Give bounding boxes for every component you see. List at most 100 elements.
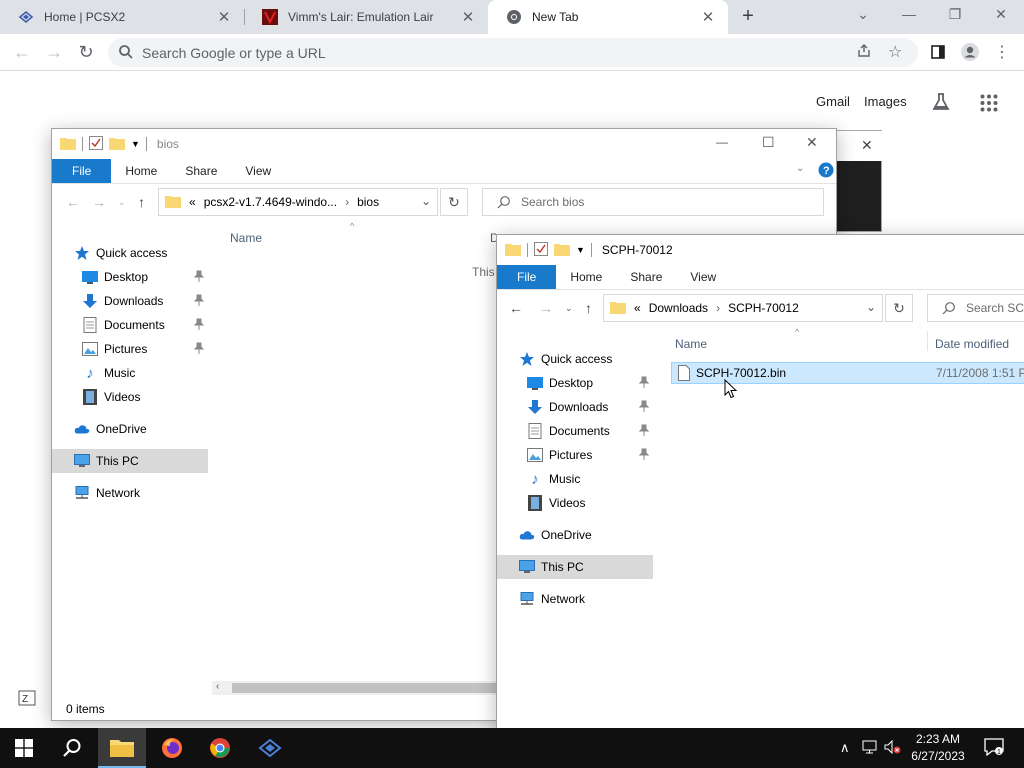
nav-pictures[interactable]: Pictures: [497, 443, 653, 467]
close-icon[interactable]: ✕: [700, 8, 716, 26]
side-panel-icon[interactable]: [926, 40, 950, 64]
tab-new-tab[interactable]: New Tab ✕: [488, 0, 728, 34]
nav-network[interactable]: Network: [497, 587, 653, 611]
forward-arrow-icon[interactable]: →: [92, 194, 106, 210]
nav-quick-access[interactable]: Quick access: [497, 347, 653, 371]
scroll-left-icon[interactable]: ‹: [216, 681, 219, 692]
address-bar[interactable]: « pcsx2-v1.7.4649-windo... › bios ⌄: [158, 188, 438, 216]
ribbon-tab-share[interactable]: Share: [171, 159, 231, 183]
omnibox[interactable]: Search Google or type a URL ☆: [108, 38, 918, 67]
nav-videos[interactable]: Videos: [52, 385, 208, 409]
nav-network[interactable]: Network: [52, 481, 208, 505]
minimize-button[interactable]: —: [716, 135, 728, 149]
share-icon[interactable]: [856, 43, 872, 62]
file-explorer-taskbar-button[interactable]: [98, 728, 146, 768]
tab-search-chevron-icon[interactable]: ⌄: [840, 0, 886, 30]
volume-muted-icon[interactable]: [884, 739, 902, 757]
up-arrow-icon[interactable]: ↑: [585, 300, 592, 316]
nav-this-pc[interactable]: This PC: [497, 555, 653, 579]
notification-center-icon[interactable]: 1: [984, 738, 1004, 759]
chrome-icon[interactable]: [196, 728, 244, 768]
search-button[interactable]: [48, 728, 96, 768]
reload-icon[interactable]: ↻: [74, 40, 98, 64]
ribbon-tab-file[interactable]: File: [52, 159, 112, 183]
chrome-menu-icon[interactable]: ⋮: [990, 40, 1014, 64]
column-header-name[interactable]: Name: [230, 231, 262, 245]
pin-icon[interactable]: [193, 318, 205, 333]
nav-music[interactable]: ♪ Music: [497, 467, 653, 491]
scrollbar-thumb[interactable]: [232, 683, 502, 693]
breadcrumb-overflow[interactable]: «: [189, 195, 196, 209]
close-icon[interactable]: ✕: [460, 8, 476, 26]
pin-icon[interactable]: [193, 270, 205, 285]
nav-downloads[interactable]: Downloads: [497, 395, 653, 419]
column-divider[interactable]: [927, 331, 928, 351]
properties-check-icon[interactable]: [534, 241, 548, 259]
labs-flask-icon[interactable]: [930, 91, 952, 116]
maximize-button[interactable]: ☐: [762, 134, 775, 151]
gmail-link[interactable]: Gmail: [816, 94, 850, 109]
address-dropdown-chevron-icon[interactable]: ⌄: [866, 300, 876, 314]
ribbon-tab-home[interactable]: Home: [556, 265, 616, 289]
refresh-button[interactable]: ↻: [440, 188, 468, 216]
minimize-button[interactable]: —: [886, 0, 932, 30]
pin-icon[interactable]: [638, 400, 650, 415]
forward-arrow-icon[interactable]: →: [539, 300, 553, 316]
pin-icon[interactable]: [638, 448, 650, 463]
nav-documents[interactable]: Documents: [497, 419, 653, 443]
horizontal-scrollbar[interactable]: ‹: [212, 681, 502, 695]
back-arrow-icon[interactable]: ←: [66, 194, 80, 210]
close-icon[interactable]: ✕: [861, 137, 873, 154]
nav-onedrive[interactable]: OneDrive: [497, 523, 653, 547]
close-window-button[interactable]: ✕: [978, 0, 1024, 30]
close-button[interactable]: ✕: [806, 134, 818, 151]
nav-desktop[interactable]: Desktop: [497, 371, 653, 395]
new-folder-icon[interactable]: [554, 242, 570, 259]
nav-desktop[interactable]: Desktop: [52, 265, 208, 289]
ribbon-tab-share[interactable]: Share: [616, 265, 676, 289]
profile-avatar-icon[interactable]: [958, 40, 982, 64]
refresh-button[interactable]: ↻: [885, 294, 913, 322]
start-button[interactable]: [0, 728, 48, 768]
breadcrumb-item[interactable]: SCPH-70012: [728, 301, 799, 315]
search-input[interactable]: Search SCP: [927, 294, 1024, 322]
ribbon-tab-view[interactable]: View: [231, 159, 285, 183]
column-header-name[interactable]: Name: [675, 337, 707, 351]
forward-arrow-icon[interactable]: →: [42, 40, 66, 64]
bookmark-star-icon[interactable]: ☆: [888, 42, 902, 62]
new-tab-button[interactable]: +: [736, 5, 760, 29]
new-folder-icon[interactable]: [109, 136, 125, 153]
nav-quick-access[interactable]: Quick access: [52, 241, 208, 265]
ribbon-tab-file[interactable]: File: [497, 265, 557, 289]
nav-downloads[interactable]: Downloads: [52, 289, 208, 313]
close-icon[interactable]: ✕: [216, 8, 232, 26]
nav-music[interactable]: ♪ Music: [52, 361, 208, 385]
breadcrumb-item[interactable]: pcsx2-v1.7.4649-windo...: [204, 195, 337, 209]
pin-icon[interactable]: [638, 424, 650, 439]
show-hidden-icons-chevron-icon[interactable]: ∧: [840, 740, 850, 756]
recent-locations-chevron-icon[interactable]: ⌄: [565, 303, 573, 314]
expand-ribbon-chevron-icon[interactable]: ⌄: [796, 163, 804, 174]
column-header-date-modified[interactable]: Date modified: [935, 337, 1009, 351]
address-bar[interactable]: « Downloads › SCPH-70012 ⌄: [603, 294, 883, 322]
nav-documents[interactable]: Documents: [52, 313, 208, 337]
search-input[interactable]: Search bios: [482, 188, 824, 216]
breadcrumb-overflow[interactable]: «: [634, 301, 641, 315]
tab-vimms-lair[interactable]: Vimm's Lair: Emulation Lair ✕: [244, 0, 488, 34]
up-arrow-icon[interactable]: ↑: [138, 194, 145, 210]
restore-button[interactable]: ❐: [932, 0, 978, 30]
recent-locations-chevron-icon[interactable]: ⌄: [118, 197, 126, 208]
customize-toolbar-chevron-icon[interactable]: ▼: [576, 245, 585, 255]
nav-videos[interactable]: Videos: [497, 491, 653, 515]
nav-onedrive[interactable]: OneDrive: [52, 417, 208, 441]
ribbon-tab-home[interactable]: Home: [111, 159, 171, 183]
customize-toolbar-chevron-icon[interactable]: ▼: [131, 139, 140, 149]
back-arrow-icon[interactable]: ←: [10, 40, 34, 64]
system-clock[interactable]: 2:23 AM 6/27/2023: [904, 731, 972, 765]
back-arrow-icon[interactable]: ←: [509, 300, 523, 316]
pin-icon[interactable]: [193, 294, 205, 309]
address-dropdown-chevron-icon[interactable]: ⌄: [421, 194, 431, 208]
pin-icon[interactable]: [638, 376, 650, 391]
tab-pcsx2-home[interactable]: Home | PCSX2 ✕: [0, 0, 244, 34]
properties-check-icon[interactable]: [89, 135, 103, 153]
